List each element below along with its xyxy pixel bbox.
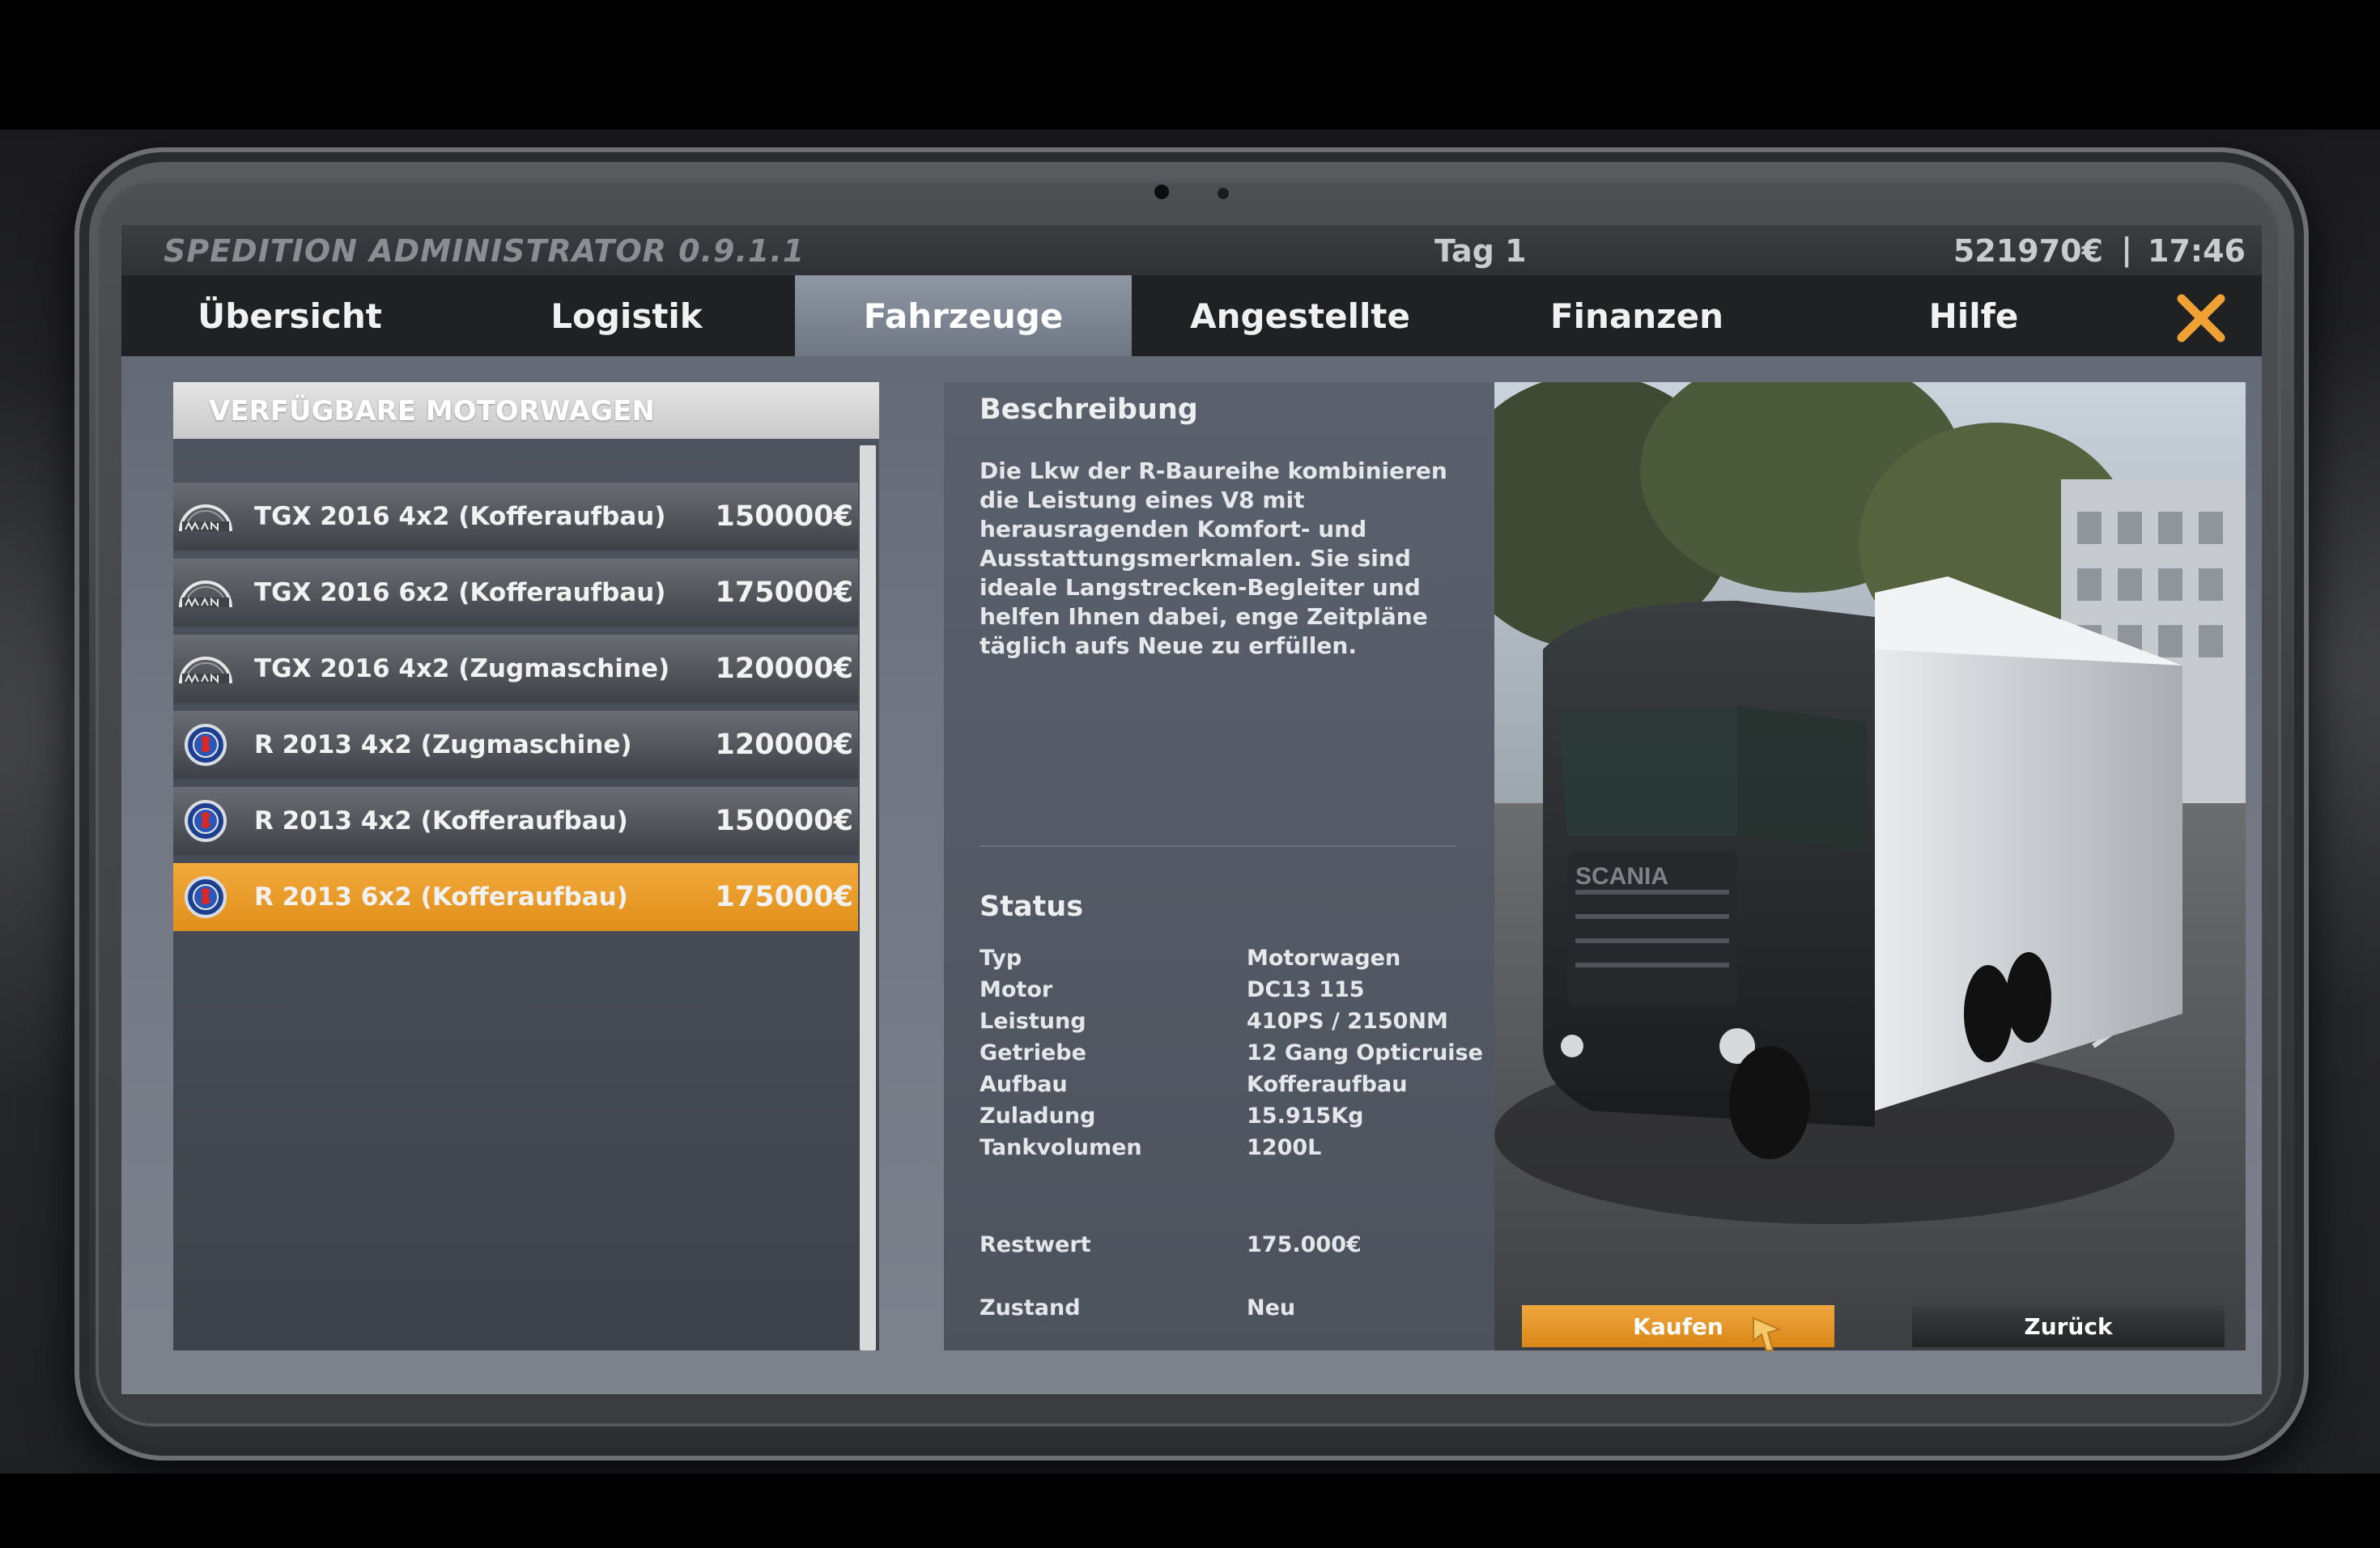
vehicle-name: TGX 2016 4x2 (Kofferaufbau) xyxy=(254,502,666,531)
scania-logo-icon xyxy=(173,787,238,855)
title-bar: SPEDITION ADMINISTRATOR 0.9.1.1 Tag 1 52… xyxy=(121,225,2262,275)
list-item[interactable]: TGX 2016 4x2 (Zugmaschine) 120000€ xyxy=(173,635,858,703)
list-item[interactable]: R 2013 4x2 (Zugmaschine) 120000€ xyxy=(173,711,858,779)
tab-fahrzeuge[interactable]: Fahrzeuge xyxy=(795,275,1132,356)
truck-image: SCANIA xyxy=(1494,382,2246,1350)
residual-value-label: Restwert xyxy=(980,1232,1091,1257)
game-time: 17:46 xyxy=(2148,233,2246,269)
vehicle-name: R 2013 4x2 (Zugmaschine) xyxy=(254,730,632,759)
tab-hilfe[interactable]: Hilfe xyxy=(1805,275,2142,356)
scania-logo-icon xyxy=(173,863,238,931)
description-text: Die Lkw der R-Baureihe kombinieren die L… xyxy=(980,457,1447,659)
stat-value: Kofferaufbau xyxy=(1247,1072,1408,1097)
vehicle-name: TGX 2016 6x2 (Kofferaufbau) xyxy=(254,578,666,607)
back-button[interactable]: Zurück xyxy=(1912,1305,2225,1347)
truck-preview: SCANIA xyxy=(1494,382,2246,1350)
list-item[interactable]: TGX 2016 6x2 (Kofferaufbau) 175000€ xyxy=(173,559,858,627)
main-tabs: Übersicht Logistik Fahrzeuge Angestellte… xyxy=(121,275,2262,356)
vehicle-price: 120000€ xyxy=(715,729,853,761)
vehicle-info-panel: Beschreibung Die Lkw der R-Baureihe komb… xyxy=(944,382,1494,1350)
stat-value: 1200L xyxy=(1247,1135,1322,1160)
buy-label: Kaufen xyxy=(1633,1312,1723,1340)
vehicle-name: R 2013 6x2 (Kofferaufbau) xyxy=(254,882,628,912)
cursor-icon xyxy=(1753,1316,1782,1351)
close-button[interactable] xyxy=(2173,290,2229,347)
stat-label: Getriebe xyxy=(980,1040,1086,1065)
stat-label: Motor xyxy=(980,977,1053,1002)
vehicle-list-header: VERFÜGBARE MOTORWAGEN xyxy=(173,382,879,439)
buy-button[interactable]: Kaufen xyxy=(1522,1305,1834,1347)
list-item[interactable]: TGX 2016 4x2 (Kofferaufbau) 150000€ xyxy=(173,483,858,551)
back-label: Zurück xyxy=(2024,1312,2113,1340)
scania-logo-icon xyxy=(173,711,238,779)
list-scrollbar[interactable] xyxy=(860,445,876,1350)
stat-value: 410PS / 2150NM xyxy=(1247,1009,1448,1034)
stat-label: Tankvolumen xyxy=(980,1135,1142,1160)
balance: 521970€ xyxy=(1953,233,2103,269)
camera-icon xyxy=(1154,185,1169,199)
tab-finanzen[interactable]: Finanzen xyxy=(1468,275,1805,356)
description-heading: Beschreibung xyxy=(980,393,1198,426)
close-x-icon xyxy=(2177,294,2225,342)
truck-logo: SCANIA xyxy=(1575,863,1668,890)
man-logo-icon xyxy=(173,559,238,627)
tablet-screen: SPEDITION ADMINISTRATOR 0.9.1.1 Tag 1 52… xyxy=(121,225,2262,1394)
vehicle-price: 175000€ xyxy=(715,576,853,609)
status-heading: Status xyxy=(980,891,1084,923)
vehicle-name: R 2013 4x2 (Kofferaufbau) xyxy=(254,806,628,836)
app-title: SPEDITION ADMINISTRATOR 0.9.1.1 xyxy=(164,233,805,269)
list-item[interactable]: R 2013 4x2 (Kofferaufbau) 150000€ xyxy=(173,787,858,855)
info-divider xyxy=(980,845,1456,847)
vehicle-list-panel: VERFÜGBARE MOTORWAGEN TGX 2016 4x2 (Koff… xyxy=(173,382,879,1350)
condition-label: Zustand xyxy=(980,1295,1081,1320)
sensor-icon xyxy=(1218,188,1229,199)
vehicle-price: 150000€ xyxy=(715,805,853,837)
stat-value: 15.915Kg xyxy=(1247,1104,1364,1129)
stat-value: DC13 115 xyxy=(1247,977,1365,1002)
title-separator: | xyxy=(2121,232,2132,267)
stat-value: 12 Gang Opticruise xyxy=(1247,1040,1483,1065)
stat-label: Aufbau xyxy=(980,1072,1068,1097)
tab-angestellte[interactable]: Angestellte xyxy=(1132,275,1468,356)
tab-logistik[interactable]: Logistik xyxy=(458,275,795,356)
stat-label: Leistung xyxy=(980,1009,1086,1034)
list-item-selected[interactable]: R 2013 6x2 (Kofferaufbau) 175000€ xyxy=(173,863,858,931)
man-logo-icon xyxy=(173,635,238,703)
stat-value: Motorwagen xyxy=(1247,946,1401,971)
tab-uebersicht[interactable]: Übersicht xyxy=(121,275,458,356)
condition-value: Neu xyxy=(1247,1295,1296,1320)
day-counter: Tag 1 xyxy=(1434,233,1527,269)
residual-value: 175.000€ xyxy=(1247,1232,1362,1257)
vehicle-price: 120000€ xyxy=(715,653,853,685)
vehicle-name: TGX 2016 4x2 (Zugmaschine) xyxy=(254,654,670,683)
vehicle-price: 175000€ xyxy=(715,881,853,913)
man-logo-icon xyxy=(173,483,238,551)
vehicle-price: 150000€ xyxy=(715,500,853,533)
stat-label: Typ xyxy=(980,946,1022,971)
stat-label: Zuladung xyxy=(980,1104,1096,1129)
